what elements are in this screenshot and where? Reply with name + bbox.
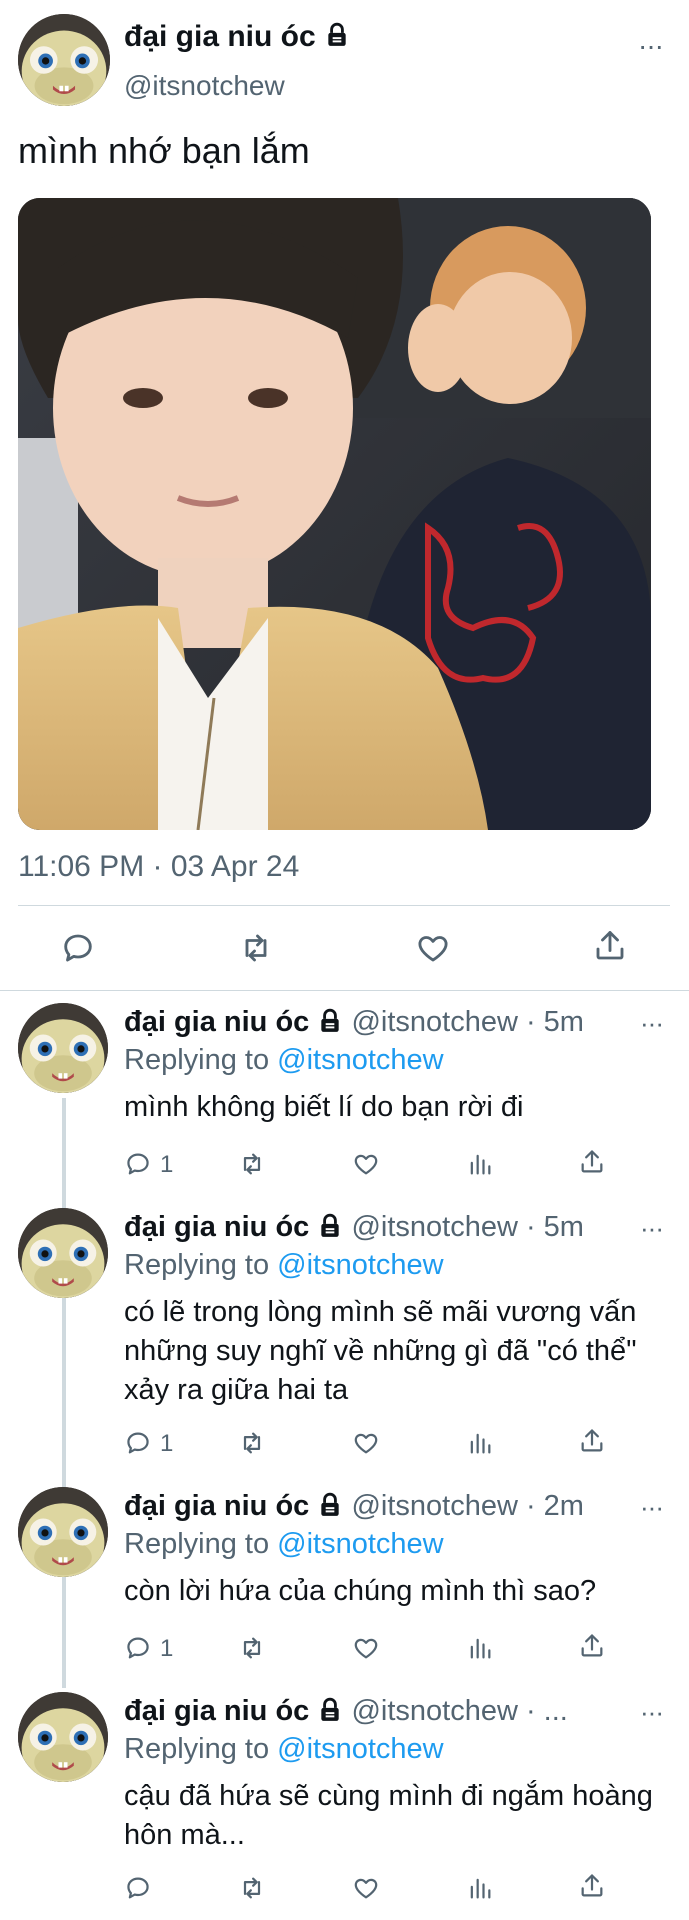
reply-text: cậu đã hứa sẽ cùng mình đi ngắm hoàng hô… [124,1780,653,1851]
views-icon[interactable] [466,1634,494,1667]
views-icon[interactable] [466,1150,494,1183]
replying-to-label: Replying to [124,1528,270,1560]
lock-icon [317,1697,343,1731]
retweet-icon[interactable] [238,1874,266,1907]
reply-header: đại gia niu óc @itsnotchew · 5m [124,1006,584,1042]
reply-handle[interactable]: @itsnotchew [351,1695,517,1727]
reply-count: 1 [160,1430,174,1457]
reply-icon[interactable] [124,1429,152,1462]
views-icon[interactable] [466,1429,494,1462]
replying-to-label: Replying to [124,1733,270,1765]
reply-avatar[interactable] [18,1692,108,1782]
thread-line [62,1098,66,1688]
reply-time[interactable]: · ... [526,1695,568,1727]
more-icon[interactable]: ··· [638,30,664,62]
reply-handle[interactable]: @itsnotchew [351,1490,517,1522]
divider [0,990,689,991]
like-icon[interactable] [352,1874,380,1907]
lock-icon [317,1213,343,1247]
reply-display-name[interactable]: đại gia niu óc [124,1006,309,1038]
more-icon[interactable]: ··· [640,1213,664,1244]
more-icon[interactable]: ··· [640,1697,664,1728]
reply-display-name[interactable]: đại gia niu óc [124,1490,309,1522]
reply-header: đại gia niu óc @itsnotchew · 5m [124,1211,584,1247]
author-name[interactable]: đại gia niu óc [124,20,350,56]
like-icon[interactable] [415,930,451,971]
retweet-icon[interactable] [238,930,274,971]
like-icon[interactable] [352,1429,380,1462]
replying-to-link[interactable]: @itsnotchew [277,1733,443,1765]
share-icon[interactable] [592,928,628,969]
reply-icon[interactable] [124,1150,152,1183]
lock-icon [324,22,350,56]
reply-count: 1 [160,1635,174,1662]
share-icon[interactable] [578,1872,606,1905]
reply-handle[interactable]: @itsnotchew [351,1006,517,1038]
reply-avatar[interactable] [18,1208,108,1298]
author-handle[interactable]: @itsnotchew [124,70,285,102]
reply-handle[interactable]: @itsnotchew [351,1211,517,1243]
more-icon[interactable]: ··· [640,1492,664,1523]
replying-to: Replying to @itsnotchew [124,1528,444,1561]
replying-to-label: Replying to [124,1044,270,1076]
lock-icon [317,1492,343,1526]
reply-display-name[interactable]: đại gia niu óc [124,1211,309,1243]
reply-icon[interactable] [124,1634,152,1667]
reply-text: còn lời hứa của chúng mình thì sao? [124,1575,597,1607]
author-avatar[interactable] [18,14,110,106]
tweet-timestamp[interactable]: 11:06 PM · 03 Apr 24 [18,850,299,884]
like-icon[interactable] [352,1150,380,1183]
reply-avatar[interactable] [18,1003,108,1093]
reply-icon[interactable] [124,1874,152,1907]
retweet-icon[interactable] [238,1634,266,1667]
replying-to-link[interactable]: @itsnotchew [277,1044,443,1076]
share-icon[interactable] [578,1632,606,1665]
reply-header: đại gia niu óc @itsnotchew · 2m [124,1490,584,1526]
reply-time[interactable]: · 5m [526,1006,584,1038]
reply-display-name[interactable]: đại gia niu óc [124,1695,309,1727]
reply-header: đại gia niu óc @itsnotchew · ... [124,1695,568,1731]
share-icon[interactable] [578,1427,606,1460]
replying-to: Replying to @itsnotchew [124,1249,444,1282]
replying-to: Replying to @itsnotchew [124,1044,444,1077]
reply-time[interactable]: · 5m [526,1211,584,1243]
share-icon[interactable] [578,1148,606,1181]
views-icon[interactable] [466,1874,494,1907]
retweet-icon[interactable] [238,1150,266,1183]
reply-text: có lẽ trong lòng mình sẽ mãi vương vấn n… [124,1296,637,1406]
reply-icon[interactable] [60,930,96,971]
reply-text: mình không biết lí do bạn rời đi [124,1091,524,1123]
replying-to-link[interactable]: @itsnotchew [277,1528,443,1560]
reply-count: 1 [160,1151,174,1178]
author-display-name: đại gia niu óc [124,20,316,53]
more-icon[interactable]: ··· [640,1008,664,1039]
tweet-photo[interactable] [18,198,651,830]
retweet-icon[interactable] [238,1429,266,1462]
lock-icon [317,1008,343,1042]
tweet-text: mình nhớ bạn lắm [18,130,310,171]
replying-to: Replying to @itsnotchew [124,1733,444,1766]
like-icon[interactable] [352,1634,380,1667]
divider [18,905,670,906]
replying-to-label: Replying to [124,1249,270,1281]
photo-illustration [18,198,651,830]
replying-to-link[interactable]: @itsnotchew [277,1249,443,1281]
reply-time[interactable]: · 2m [526,1490,584,1522]
reply-avatar[interactable] [18,1487,108,1577]
